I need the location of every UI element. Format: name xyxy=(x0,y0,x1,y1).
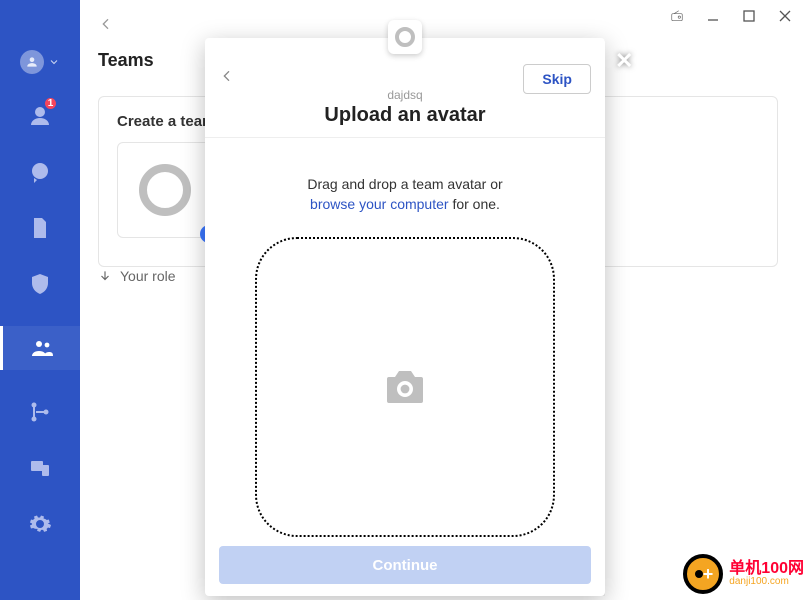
camera-icon xyxy=(377,363,433,411)
drop-instructions: Drag and drop a team avatar or browse yo… xyxy=(205,174,605,215)
watermark-logo: + xyxy=(683,554,723,594)
modal-close-button[interactable]: ✕ xyxy=(615,48,633,74)
upload-avatar-modal: Skip dajdsq Upload an avatar Drag and dr… xyxy=(205,38,605,596)
watermark: + 单机100网 danji100.com xyxy=(683,554,804,594)
team-name: dajdsq xyxy=(387,88,422,102)
ring-icon xyxy=(395,27,415,47)
continue-button[interactable]: Continue xyxy=(219,546,591,584)
browse-link[interactable]: browse your computer xyxy=(310,196,449,212)
overlay: Skip dajdsq Upload an avatar Drag and dr… xyxy=(0,0,810,600)
skip-button[interactable]: Skip xyxy=(523,64,591,94)
watermark-line2: danji100.com xyxy=(729,577,804,587)
watermark-line1: 单机100网 xyxy=(729,561,804,577)
avatar-dropzone[interactable] xyxy=(255,237,555,537)
team-avatar-chip xyxy=(388,20,422,54)
modal-title: Upload an avatar xyxy=(324,104,485,127)
modal-back-button[interactable] xyxy=(219,68,235,89)
